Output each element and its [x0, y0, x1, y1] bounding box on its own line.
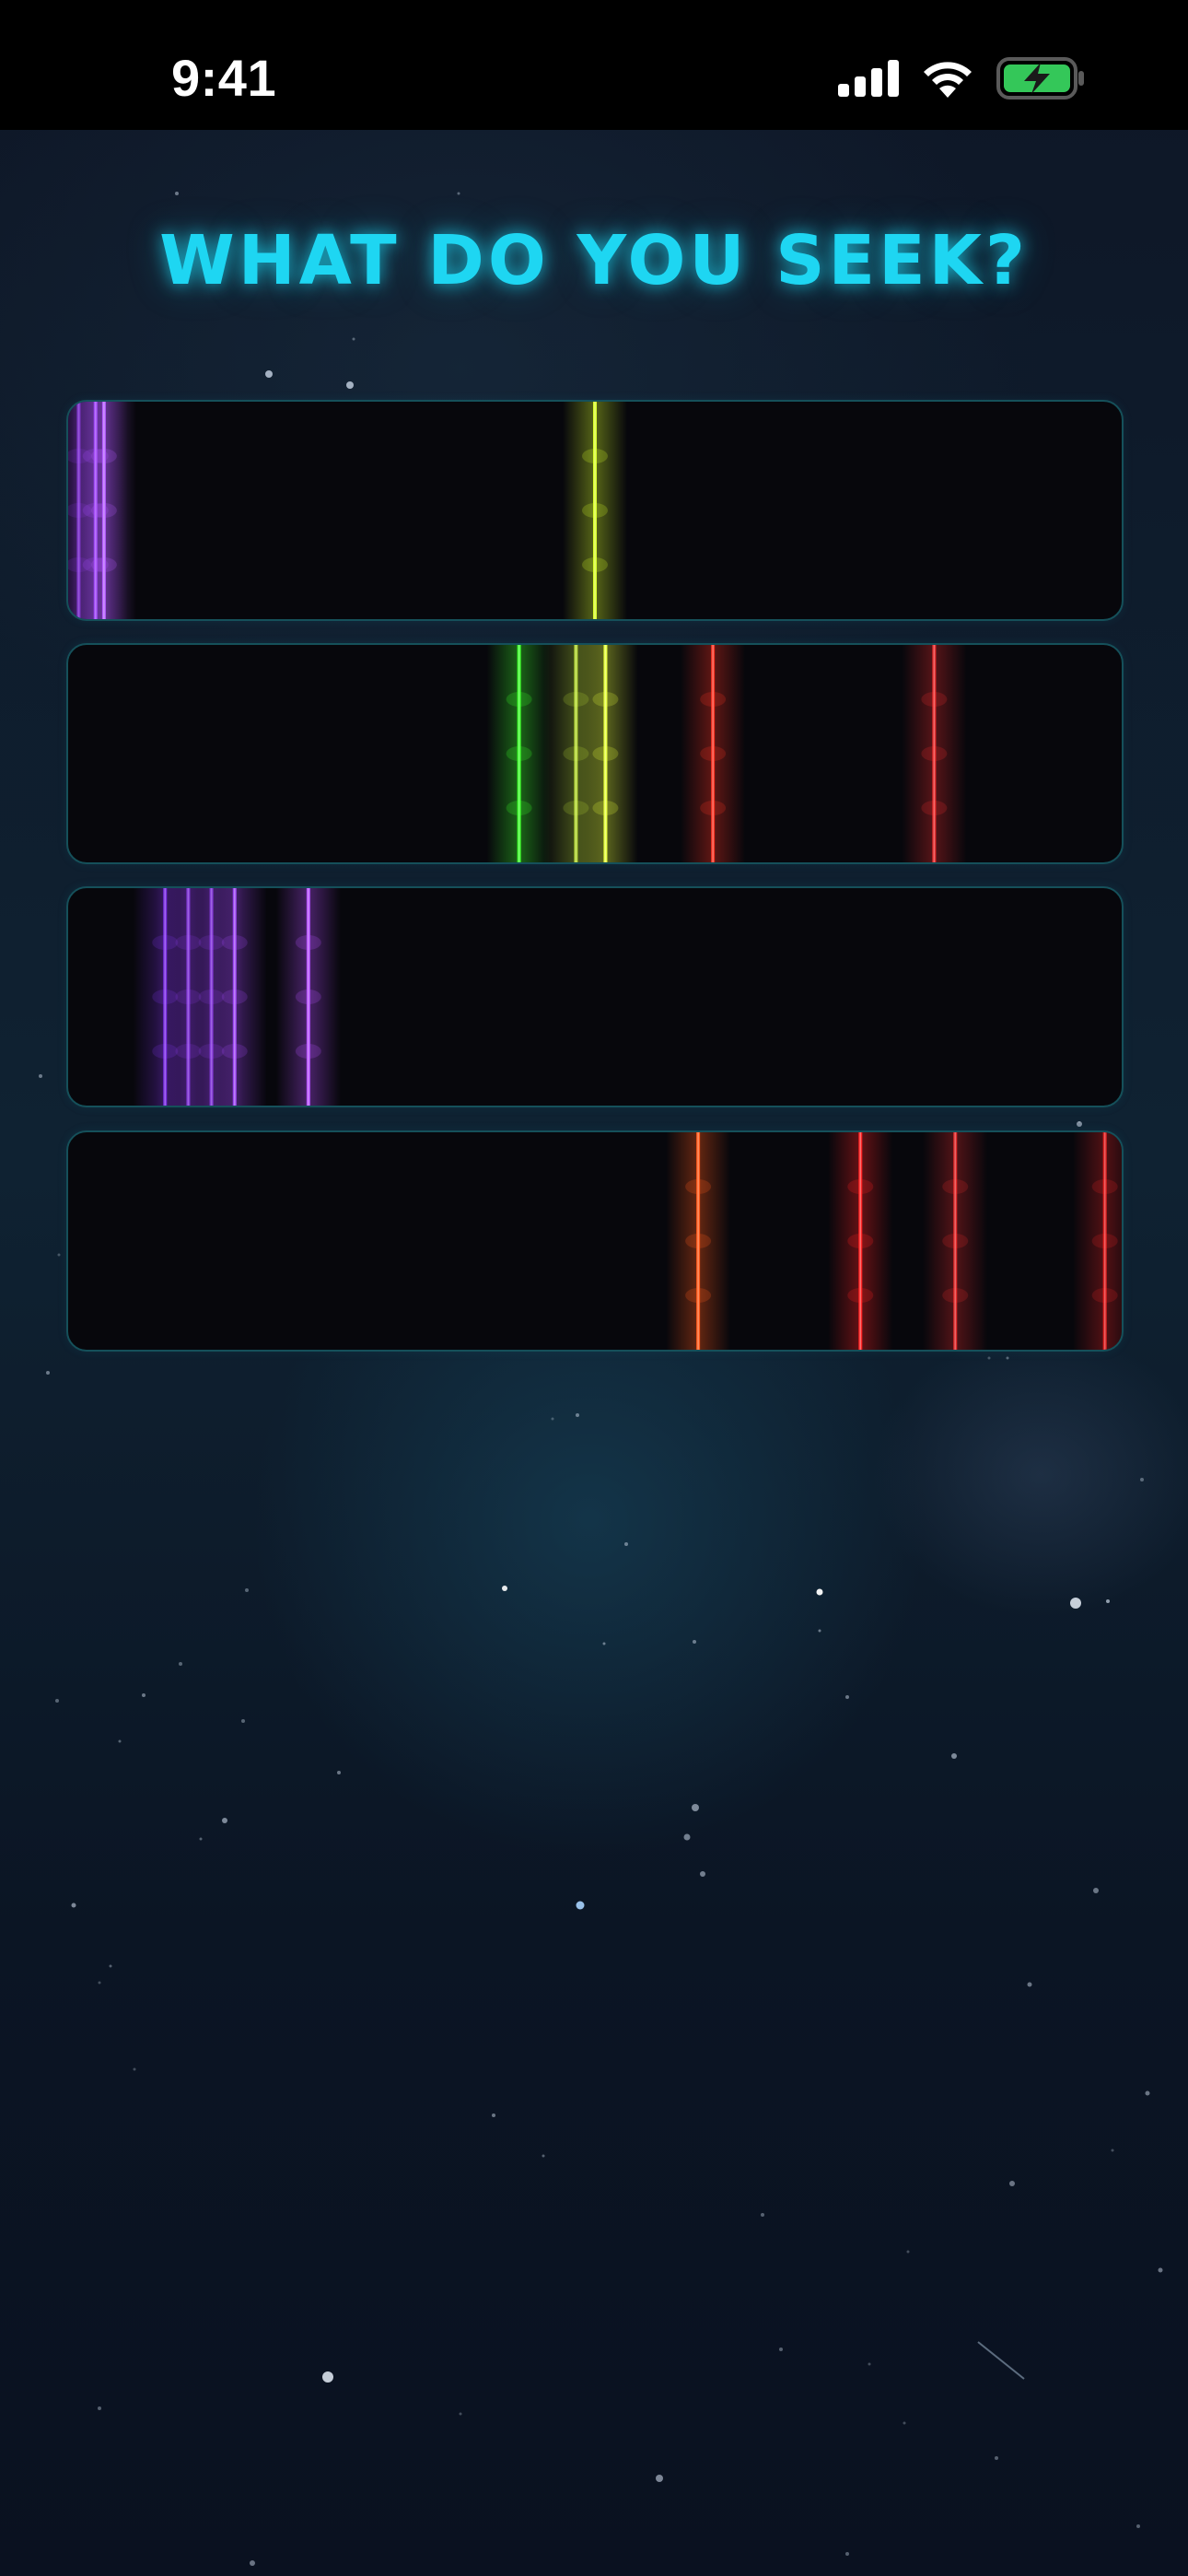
battery-charging-icon — [996, 57, 1084, 100]
status-time: 9:41 — [171, 49, 277, 107]
star — [779, 2348, 783, 2351]
star — [1145, 2090, 1150, 2096]
star — [700, 1871, 705, 1877]
star — [502, 1586, 507, 1591]
star — [352, 337, 355, 341]
emission-line-core — [308, 888, 309, 1106]
star — [133, 2067, 136, 2071]
star — [199, 1837, 203, 1841]
star — [656, 2475, 663, 2482]
star — [845, 2552, 849, 2556]
star — [906, 2250, 910, 2254]
app-background: 9:41 WHAT DO YOU SEEK? — [0, 0, 1188, 2576]
star — [818, 1629, 821, 1633]
star — [179, 1662, 182, 1666]
star — [57, 1253, 61, 1257]
spectrum-lines — [486, 645, 967, 862]
star — [1078, 1121, 1080, 1123]
star — [602, 1642, 606, 1645]
star — [245, 1588, 249, 1592]
star — [118, 1739, 122, 1743]
star — [816, 1588, 823, 1596]
emission-line-core — [712, 645, 714, 862]
star — [576, 1413, 579, 1417]
star — [1136, 2524, 1140, 2528]
star — [457, 192, 460, 195]
spectrum-lines — [68, 402, 627, 619]
star — [322, 2371, 333, 2383]
star — [337, 1771, 341, 1774]
star — [551, 1417, 554, 1421]
star — [46, 1371, 50, 1375]
star — [692, 1804, 699, 1811]
emission-line-core — [234, 888, 236, 1106]
star — [903, 2421, 906, 2425]
star — [175, 192, 179, 195]
star — [761, 2213, 764, 2217]
star — [576, 1901, 585, 1910]
star — [1140, 1478, 1144, 1481]
star — [951, 1753, 957, 1759]
wifi-icon — [924, 62, 972, 98]
star — [1009, 2181, 1015, 2186]
star — [55, 1699, 59, 1703]
star — [71, 1903, 76, 1908]
emission-line-core — [594, 402, 596, 619]
star — [987, 1356, 991, 1360]
star — [868, 2362, 871, 2366]
status-icons — [838, 53, 1085, 103]
star — [1070, 1598, 1081, 1609]
cellular-signal-icon — [838, 60, 899, 97]
emission-line-core — [604, 645, 607, 862]
emission-line-core — [1103, 1132, 1106, 1350]
spectrum-option-1[interactable] — [66, 400, 1124, 621]
spectrum-option-2[interactable] — [66, 643, 1124, 864]
star — [542, 2154, 545, 2158]
spectrum-option-3[interactable] — [66, 886, 1124, 1107]
emission-line-core — [103, 402, 105, 619]
star — [1027, 1982, 1032, 1987]
spectrum-lines — [133, 888, 341, 1106]
star — [1106, 1599, 1110, 1603]
page-title: WHAT DO YOU SEEK? — [159, 221, 1029, 300]
spectrum-option-4[interactable] — [66, 1130, 1124, 1352]
star — [109, 1964, 112, 1968]
emission-line-core — [859, 1132, 862, 1350]
star — [492, 2113, 495, 2117]
star — [1158, 2267, 1163, 2273]
star — [1093, 1888, 1099, 1893]
shooting-star — [977, 2341, 1025, 2380]
star — [250, 2560, 255, 2566]
star — [1111, 2149, 1114, 2152]
star — [683, 1833, 691, 1841]
emission-line-core — [954, 1132, 956, 1350]
star — [995, 2456, 998, 2460]
star — [241, 1719, 245, 1723]
star — [346, 381, 354, 389]
status-bar: 9:41 — [0, 0, 1188, 130]
star — [459, 2412, 462, 2416]
star — [1006, 1356, 1009, 1360]
star — [693, 1640, 696, 1644]
star — [845, 1695, 849, 1699]
star — [39, 1074, 42, 1078]
emission-line-core — [697, 1132, 699, 1350]
star — [98, 1981, 101, 1985]
star — [624, 1542, 628, 1546]
star — [98, 2406, 101, 2410]
emission-line-core — [518, 645, 520, 862]
star — [222, 1818, 227, 1823]
emission-line-core — [933, 645, 936, 862]
star — [265, 370, 273, 378]
star — [142, 1693, 146, 1697]
spectrum-lines — [666, 1132, 1122, 1350]
